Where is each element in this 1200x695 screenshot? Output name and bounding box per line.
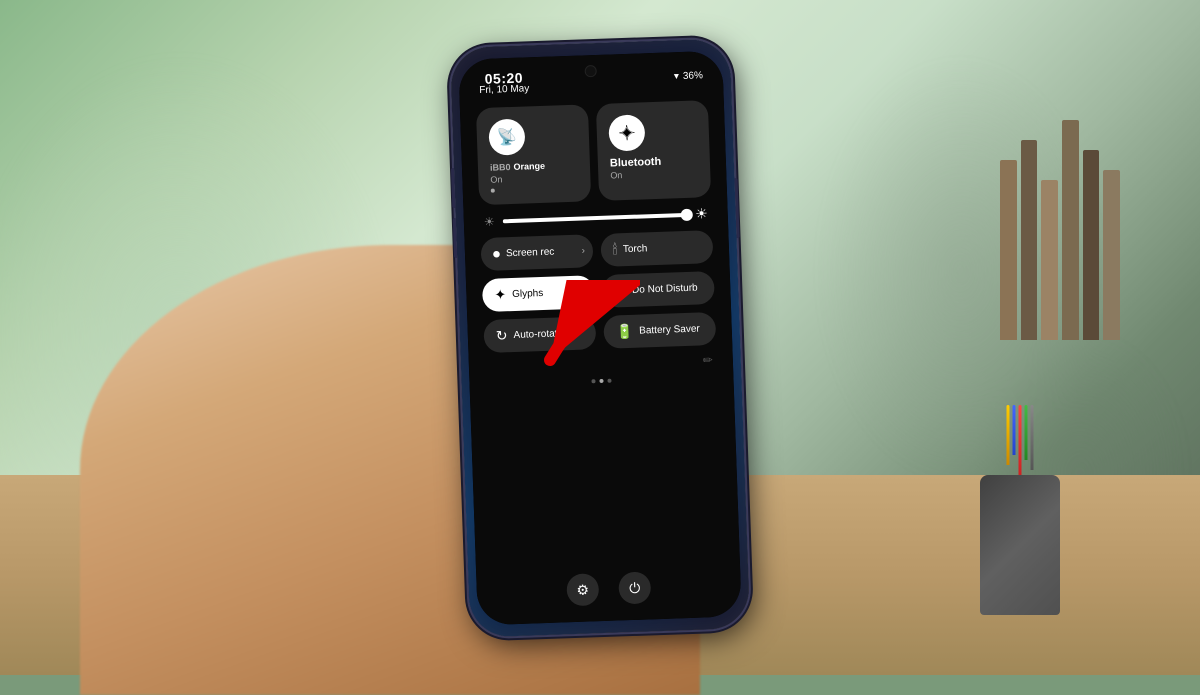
brightness-high-icon: ☀ [695, 205, 708, 222]
small-tiles-row-3: ↻ Auto-rotate 🔋 Battery Saver [483, 311, 716, 352]
status-date: Fri, 10 May [479, 83, 529, 96]
dnd-icon: ⊘ [614, 282, 626, 299]
screen-content: 05:20 Fri, 10 May ▾ 36% 📡 [458, 50, 742, 625]
spacer [470, 382, 740, 569]
brightness-row[interactable]: ☀ ☀ [480, 205, 712, 230]
screen-record-arrow: › [581, 245, 585, 256]
screen-record-icon: ⏺ [493, 245, 501, 262]
auto-rotate-tile[interactable]: ↻ Auto-rotate [483, 316, 596, 353]
phone: 05:20 Fri, 10 May ▾ 36% 📡 [450, 38, 750, 637]
power-button[interactable]: ⏻ [618, 571, 651, 604]
small-tiles-row-2: ✦ Glyphs ⊘ Do Not Disturb [482, 270, 715, 311]
sim-dot [491, 188, 495, 192]
glyphs-label: Glyphs [512, 287, 543, 299]
settings-button[interactable]: ⚙ [566, 573, 599, 606]
battery-text: 36% [683, 70, 703, 82]
bottom-controls: ⚙ ⏻ [476, 560, 742, 625]
bluetooth-tile[interactable]: ✦ Bluetooth On [596, 100, 711, 201]
screen-record-tile[interactable]: ⏺ Screen rec › [480, 234, 593, 271]
small-tiles-row-1: ⏺ Screen rec › 🕯 Torch [480, 230, 713, 271]
brightness-low-icon: ☀ [484, 214, 495, 228]
torch-tile[interactable]: 🕯 Torch [600, 230, 713, 267]
bluetooth-icon-circle: ✦ [608, 114, 645, 151]
sim-icon-circle: 📡 [488, 118, 525, 155]
battery-saver-label: Battery Saver [639, 323, 700, 336]
dnd-label: Do Not Disturb [632, 282, 698, 295]
page-dot-2 [599, 378, 603, 382]
sim-tile[interactable]: 📡 iBB0 Orange On [476, 104, 591, 205]
auto-rotate-label: Auto-rotate [513, 328, 563, 341]
battery-saver-icon: 🔋 [616, 322, 634, 340]
status-bar: 05:20 Fri, 10 May ▾ 36% [458, 50, 723, 100]
status-left: 05:20 Fri, 10 May [479, 69, 530, 96]
phone-screen: 05:20 Fri, 10 May ▾ 36% 📡 [458, 50, 742, 625]
brightness-slider[interactable] [503, 212, 688, 222]
sim-carrier: iBB0 Orange [490, 159, 545, 173]
sim-status: On [490, 174, 502, 184]
auto-rotate-icon: ↻ [496, 327, 508, 344]
books-decoration [1000, 40, 1120, 340]
power-icon: ⏻ [629, 579, 641, 596]
bluetooth-label: Bluetooth [610, 155, 662, 169]
glyphs-tile[interactable]: ✦ Glyphs [482, 275, 595, 312]
status-right: ▾ 36% [674, 70, 703, 82]
dnd-tile[interactable]: ⊘ Do Not Disturb [602, 270, 715, 307]
wifi-icon: ▾ [674, 71, 679, 82]
quick-tiles: 📡 iBB0 Orange On ✦ Bluetooth [460, 91, 733, 361]
battery-saver-tile[interactable]: 🔋 Battery Saver [603, 311, 716, 348]
bluetooth-status: On [610, 170, 622, 180]
torch-label: Torch [623, 243, 648, 255]
settings-icon: ⚙ [576, 581, 589, 598]
torch-icon: 🕯 [613, 241, 618, 258]
large-tiles-row: 📡 iBB0 Orange On ✦ Bluetooth [476, 100, 711, 205]
pencil-holder [980, 475, 1060, 615]
glyphs-icon: ✦ [494, 286, 506, 303]
screen-record-label: Screen rec [506, 246, 555, 259]
page-dot-3 [607, 378, 611, 382]
page-dot-1 [591, 379, 595, 383]
